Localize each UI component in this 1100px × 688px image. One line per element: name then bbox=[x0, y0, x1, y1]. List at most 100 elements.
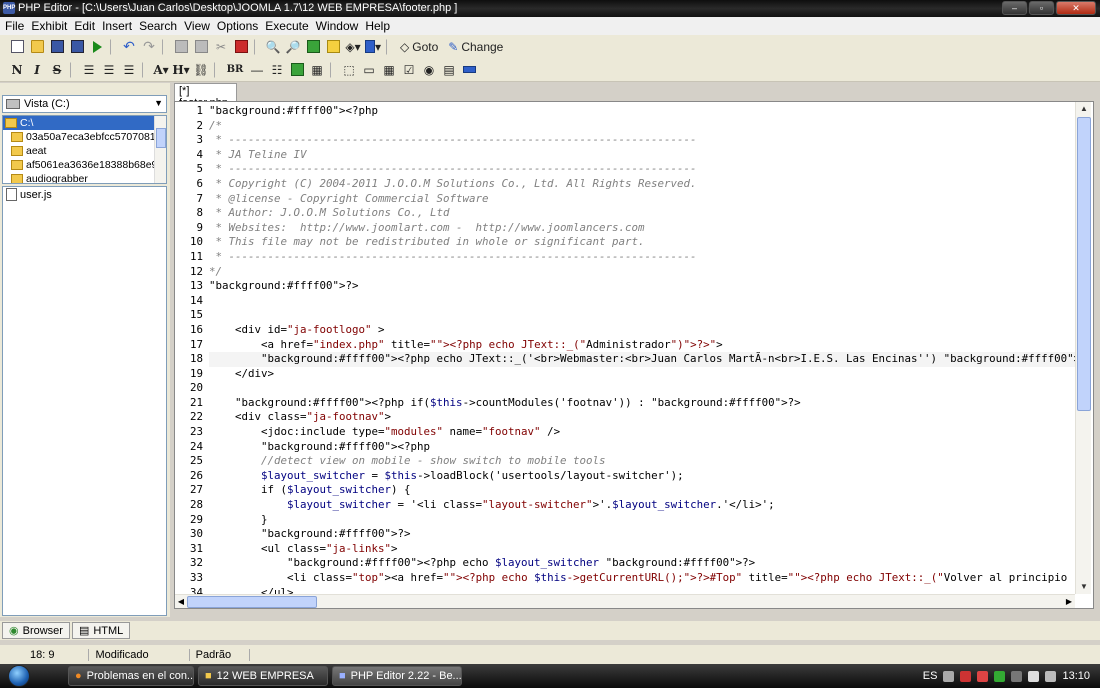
code-line[interactable]: "background:#ffff00"><?php bbox=[209, 440, 1077, 455]
table-button[interactable]: ▦ bbox=[308, 61, 326, 79]
menu-options[interactable]: Options bbox=[216, 19, 264, 33]
display-icon[interactable] bbox=[1011, 670, 1023, 682]
taskbar-item-folder[interactable]: ■ 12 WEB EMPRESA bbox=[198, 666, 328, 686]
code-line[interactable]: * --------------------------------------… bbox=[209, 133, 1077, 148]
button-tool[interactable] bbox=[460, 61, 478, 79]
code-line[interactable]: * --------------------------------------… bbox=[209, 162, 1077, 177]
antivirus-icon[interactable] bbox=[977, 670, 989, 682]
code-line[interactable]: "background:#ffff00"><?php if($this->cou… bbox=[209, 396, 1077, 411]
code-line[interactable]: </div> bbox=[209, 367, 1077, 382]
code-line[interactable]: "background:#ffff00"><?php echo JText::_… bbox=[209, 352, 1077, 367]
code-line[interactable]: * @license - Copyright Commercial Softwa… bbox=[209, 192, 1077, 207]
taskbar-item-firefox[interactable]: ● Problemas en el con... bbox=[68, 666, 194, 686]
scroll-thumb[interactable] bbox=[156, 128, 166, 148]
layout-button[interactable]: ▾ bbox=[364, 38, 382, 56]
scroll-thumb[interactable] bbox=[187, 596, 317, 608]
file-item[interactable]: user.js bbox=[3, 187, 166, 202]
code-line[interactable] bbox=[209, 308, 1077, 323]
code-line[interactable]: <div id="ja-footlogo" > bbox=[209, 323, 1077, 338]
textfield-button[interactable]: ▭ bbox=[360, 61, 378, 79]
code-line[interactable]: $layout_switcher = '<li class="layout-sw… bbox=[209, 498, 1077, 513]
menu-view[interactable]: View bbox=[183, 19, 216, 33]
code-area[interactable]: "background:#ffff00"><?php/* * ---------… bbox=[209, 104, 1077, 596]
run-button[interactable] bbox=[88, 38, 106, 56]
heading-button[interactable]: H ▾ bbox=[172, 61, 190, 79]
menu-insert[interactable]: Insert bbox=[101, 19, 138, 33]
code-line[interactable]: "background:#ffff00"><?php echo $layout_… bbox=[209, 556, 1077, 571]
menu-search[interactable]: Search bbox=[138, 19, 183, 33]
color-picker-button[interactable]: ◈ ▾ bbox=[344, 38, 362, 56]
clock[interactable]: 13:10 bbox=[1062, 670, 1090, 682]
code-line[interactable]: <li class="top"><a href=""><?php echo $t… bbox=[209, 571, 1077, 586]
code-line[interactable]: <a href="index.php" title=""><?php echo … bbox=[209, 338, 1077, 353]
undo-button[interactable]: ↶ bbox=[120, 38, 138, 56]
update-icon[interactable] bbox=[994, 670, 1006, 682]
scroll-down-icon[interactable]: ▼ bbox=[1077, 580, 1091, 594]
close-button[interactable]: ✕ bbox=[1056, 1, 1096, 15]
scroll-right-icon[interactable]: ▶ bbox=[1063, 595, 1075, 608]
menu-edit[interactable]: Edit bbox=[73, 19, 101, 33]
image-button[interactable] bbox=[288, 61, 306, 79]
code-editor[interactable]: 1 2 3 4 5 6 7 8 9 10 11 12 13 14 15 16 17 18 19 20 21 22 23 24 2… bbox=[174, 101, 1094, 609]
scroll-left-icon[interactable]: ◀ bbox=[175, 595, 187, 608]
font-color-button[interactable]: A ▾ bbox=[152, 61, 170, 79]
folder-scrollbar[interactable] bbox=[154, 116, 166, 183]
code-line[interactable]: * JA Teline IV bbox=[209, 148, 1077, 163]
hr-button[interactable]: — bbox=[248, 61, 266, 79]
start-button[interactable] bbox=[0, 664, 38, 688]
checkbox-button[interactable]: ☑ bbox=[400, 61, 418, 79]
menu-exhibit[interactable]: Exhibit bbox=[30, 19, 73, 33]
italic-button[interactable]: I bbox=[28, 61, 46, 79]
minimize-button[interactable]: ‒ bbox=[1002, 1, 1027, 15]
save-all-button[interactable] bbox=[68, 38, 86, 56]
horizontal-scrollbar[interactable]: ◀ ▶ bbox=[175, 594, 1075, 608]
grid-button[interactable]: ▦ bbox=[380, 61, 398, 79]
code-line[interactable]: "background:#ffff00">?> bbox=[209, 279, 1077, 294]
change-button[interactable]: ✎ Change bbox=[444, 38, 507, 56]
open-file-button[interactable] bbox=[28, 38, 46, 56]
code-line[interactable]: /* bbox=[209, 119, 1077, 134]
code-line[interactable]: "background:#ffff00">?> bbox=[209, 527, 1077, 542]
cut-button[interactable]: ✂ bbox=[212, 38, 230, 56]
tab-html[interactable]: ▤ HTML bbox=[71, 622, 131, 639]
radio-button[interactable]: ◉ bbox=[420, 61, 438, 79]
tab-footer-php[interactable]: [*] footer.php bbox=[174, 83, 237, 109]
code-line[interactable] bbox=[209, 381, 1077, 396]
list-button[interactable]: ☷ bbox=[268, 61, 286, 79]
menu-file[interactable]: File bbox=[4, 19, 30, 33]
language-indicator[interactable]: ES bbox=[923, 670, 938, 682]
code-line[interactable]: */ bbox=[209, 265, 1077, 280]
new-file-button[interactable] bbox=[8, 38, 26, 56]
taskbar-item-php-editor[interactable]: ■ PHP Editor 2.22 - Be... bbox=[332, 666, 462, 686]
folder-item[interactable]: aeat bbox=[3, 144, 166, 158]
drive-selector[interactable]: Vista (C:) ▼ bbox=[2, 95, 167, 113]
code-line[interactable]: } bbox=[209, 513, 1077, 528]
menu-window[interactable]: Window bbox=[315, 19, 365, 33]
br-button[interactable]: BR bbox=[224, 61, 246, 79]
code-line[interactable]: * This file may not be redistributed in … bbox=[209, 235, 1077, 250]
tab-browser[interactable]: ◉ Browser bbox=[2, 622, 70, 639]
code-line[interactable]: * Author: J.O.O.M Solutions Co., Ltd bbox=[209, 206, 1077, 221]
strike-button[interactable]: S bbox=[48, 61, 66, 79]
redo-button[interactable]: ↷ bbox=[140, 38, 158, 56]
code-line[interactable]: * --------------------------------------… bbox=[209, 250, 1077, 265]
save-button[interactable] bbox=[48, 38, 66, 56]
paste-button[interactable] bbox=[192, 38, 210, 56]
battery-icon[interactable] bbox=[1028, 670, 1040, 682]
select-button[interactable]: ▤ bbox=[440, 61, 458, 79]
maximize-button[interactable]: ▫ bbox=[1029, 1, 1054, 15]
folder-item[interactable]: 03a50a7eca3ebfcc57070816 bbox=[3, 130, 166, 144]
bold-button[interactable]: N bbox=[8, 61, 26, 79]
vertical-scrollbar[interactable]: ▲ ▼ bbox=[1075, 102, 1091, 594]
scroll-up-icon[interactable]: ▲ bbox=[1077, 102, 1091, 116]
delete-button[interactable] bbox=[232, 38, 250, 56]
code-line[interactable]: $layout_switcher = $this->loadBlock('use… bbox=[209, 469, 1077, 484]
code-line[interactable]: if ($layout_switcher) { bbox=[209, 483, 1077, 498]
code-line[interactable]: <jdoc:include type="modules" name="footn… bbox=[209, 425, 1077, 440]
align-center-button[interactable]: ☰ bbox=[100, 61, 118, 79]
goto-button[interactable]: ◇ Goto bbox=[396, 38, 442, 56]
replace-button[interactable] bbox=[304, 38, 322, 56]
find-button[interactable]: 🔍 bbox=[264, 38, 282, 56]
code-line[interactable]: //detect view on mobile - show switch to… bbox=[209, 454, 1077, 469]
code-line[interactable]: "background:#ffff00"><?php bbox=[209, 104, 1077, 119]
